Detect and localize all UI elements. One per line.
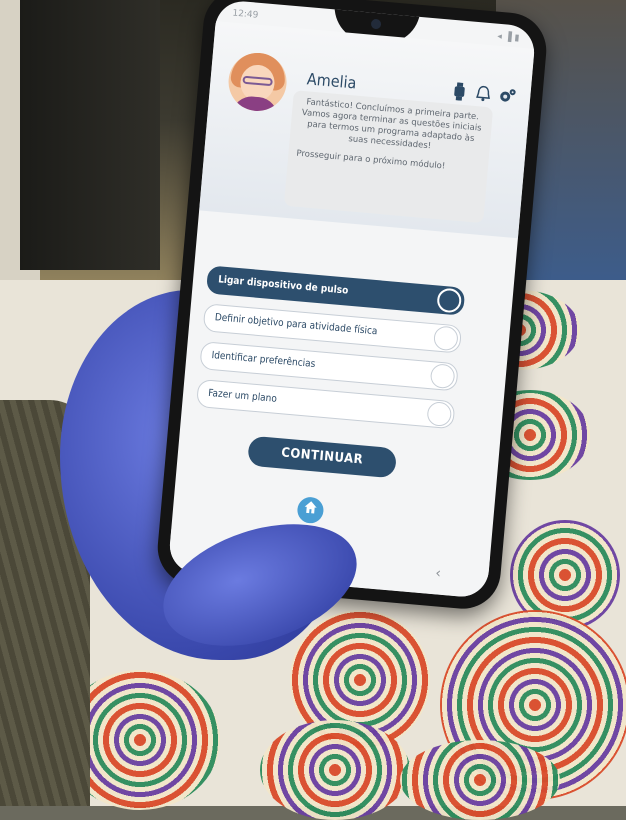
coach-message: Fantástico! Concluímos a primeira parte.… (283, 90, 494, 224)
home-icon[interactable] (296, 496, 325, 525)
step-radio (436, 287, 463, 314)
step-label: Definir objetivo para atividade física (214, 312, 378, 338)
smartwatch-icon[interactable] (450, 82, 470, 102)
gear-icon[interactable] (498, 86, 518, 106)
step-list: Ligar dispositivo de pulso Definir objet… (195, 265, 466, 439)
back-button[interactable]: ‹ (435, 565, 442, 581)
bell-icon[interactable] (474, 84, 494, 104)
step-radio (426, 401, 453, 428)
step-radio (432, 325, 459, 352)
step-label: Fazer um plano (207, 387, 278, 405)
step-radio (429, 363, 456, 390)
step-label: Identificar preferências (211, 349, 316, 371)
avatar (226, 50, 289, 114)
message-text: Fantástico! Concluímos a primeira parte.… (301, 97, 482, 152)
step-label: Ligar dispositivo de pulso (217, 274, 349, 297)
smartphone: 12:49 ◂ ▐ ▮ Amelia Fantástico! Concluímo… (154, 0, 550, 612)
coach-header: Amelia Fantástico! Concluímos a primeira… (199, 21, 535, 239)
background-door (20, 0, 160, 270)
continue-button[interactable]: CONTINUAR (247, 435, 398, 479)
camera (370, 18, 382, 30)
header-icons (450, 82, 517, 106)
phone-screen: 12:49 ◂ ▐ ▮ Amelia Fantástico! Concluímo… (167, 0, 537, 599)
coach-name: Amelia (306, 69, 358, 93)
